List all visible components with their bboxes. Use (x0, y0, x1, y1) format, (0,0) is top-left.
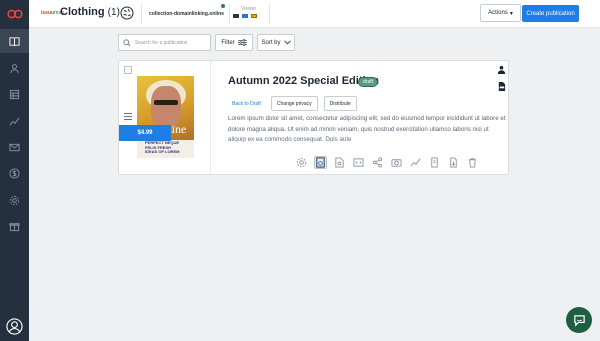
document-search-icon[interactable] (333, 156, 346, 169)
title-count: (1) (107, 7, 120, 18)
user-avatar-icon[interactable] (6, 318, 23, 335)
app-logo-icon[interactable] (6, 5, 23, 22)
desktop-view-icon[interactable] (233, 14, 239, 18)
viewer-label: Viewer (241, 6, 257, 12)
publication-actions: Back to Draft Change privacy Distribute (228, 96, 357, 111)
divider (141, 4, 142, 24)
sort-button[interactable]: Sort by (257, 34, 295, 51)
distribute-button[interactable]: Distribute (323, 96, 357, 111)
cover-copy: PERFECT NEQUE FELIS FRESH IDEAS OF LOREM (145, 140, 180, 154)
domain-link[interactable]: collection-domainlinking.online (149, 11, 224, 17)
settings-gear-icon[interactable] (295, 156, 308, 169)
domain-status-dot (221, 4, 225, 8)
chart-icon[interactable] (0, 109, 29, 133)
gift-icon[interactable] (0, 214, 29, 238)
edit-document-icon[interactable] (314, 156, 327, 169)
top-bar: issuumag Clothing (1) collection-domainl… (29, 0, 600, 28)
person-icon[interactable] (496, 64, 506, 74)
chevron-down-icon (283, 40, 291, 45)
viewer-devices[interactable] (233, 14, 257, 18)
search-input[interactable] (135, 39, 205, 46)
select-checkbox[interactable] (124, 66, 132, 74)
trash-icon[interactable] (466, 156, 479, 169)
price-tag[interactable]: $4.99 (119, 125, 171, 141)
divider (229, 4, 230, 24)
chat-icon (573, 314, 585, 327)
statistics-icon[interactable] (409, 156, 422, 169)
chat-support-button[interactable] (566, 307, 592, 333)
globe-icon[interactable] (120, 6, 134, 20)
divider (269, 4, 270, 24)
create-publication-button[interactable]: Create publication (522, 5, 579, 22)
publication-title[interactable]: Autumn 2022 Special Edition (228, 75, 379, 87)
mobile-view-icon[interactable] (251, 14, 257, 18)
search-box[interactable] (118, 34, 211, 51)
back-to-draft-button[interactable]: Back to Draft (228, 96, 265, 111)
caret-down-icon: ▾ (509, 10, 513, 17)
book-icon[interactable] (0, 29, 29, 53)
share-icon[interactable] (371, 156, 384, 169)
page-title: Clothing (1) (60, 6, 120, 18)
drag-handle-icon[interactable] (124, 113, 132, 122)
change-privacy-button[interactable]: Change privacy (270, 96, 318, 111)
dollar-icon[interactable] (0, 161, 29, 185)
search-icon (123, 38, 131, 47)
table-icon[interactable] (0, 82, 29, 106)
sliders-icon (237, 39, 247, 46)
embed-code-icon[interactable] (352, 156, 365, 169)
actions-button[interactable]: Actions ▾ (480, 4, 521, 22)
status-badge: draft (358, 77, 379, 87)
publication-card: Magazine PERFECT NEQUE FELIS FRESH IDEAS… (118, 60, 509, 175)
filter-button[interactable]: Filter (215, 34, 253, 51)
card-side-icons (496, 64, 506, 98)
card-cover-area: Magazine PERFECT NEQUE FELIS FRESH IDEAS… (119, 61, 211, 174)
publication-cover[interactable]: Magazine PERFECT NEQUE FELIS FRESH IDEAS… (137, 76, 194, 158)
mail-icon[interactable] (0, 135, 29, 159)
file-export-icon[interactable] (447, 156, 460, 169)
settings-icon[interactable] (0, 188, 29, 212)
left-rail (0, 0, 29, 341)
pdf-document-icon[interactable] (496, 81, 506, 91)
users-icon[interactable] (0, 56, 29, 80)
publication-toolbar (295, 156, 479, 169)
camera-icon[interactable] (390, 156, 403, 169)
tablet-view-icon[interactable] (242, 14, 248, 18)
article-icon[interactable] (428, 156, 441, 169)
